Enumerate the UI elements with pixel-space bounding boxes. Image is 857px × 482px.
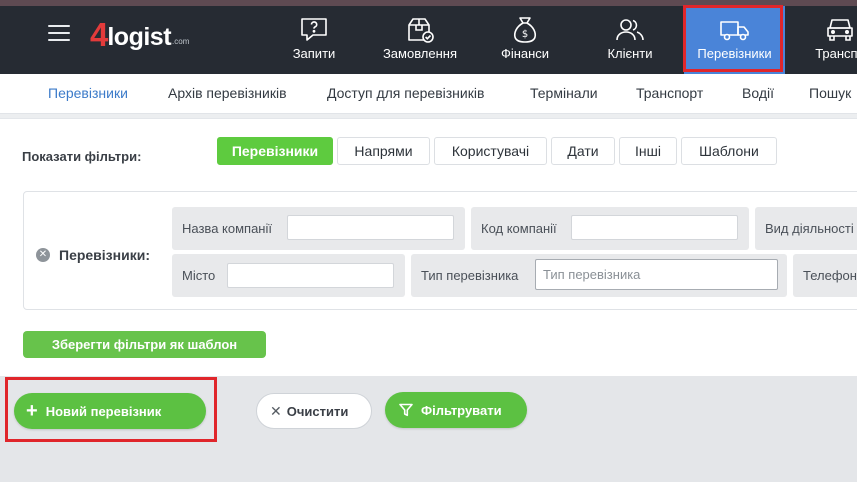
filter-tab-directions[interactable]: Напрями <box>337 137 430 165</box>
nav-item-finance[interactable]: $ Фінанси <box>495 6 555 74</box>
actions-bar: + Новий перевізник ✕ Очистити Фільтруват… <box>0 376 857 482</box>
subnav-item-transport[interactable]: Транспорт <box>636 85 703 101</box>
clear-button[interactable]: ✕ Очистити <box>256 393 372 429</box>
filters-label: Показати фільтри: <box>22 149 142 164</box>
nav-item-transport[interactable]: Транспо <box>805 6 857 74</box>
money-bag-icon: $ <box>508 14 542 46</box>
filter-phone: Телефон <box>793 254 857 297</box>
subnav-item-carriers[interactable]: Перевізники <box>48 85 128 101</box>
city-input[interactable] <box>227 263 394 288</box>
filter-tab-carriers[interactable]: Перевізники <box>217 137 333 165</box>
company-name-input[interactable] <box>287 215 454 240</box>
highlight-new-carrier <box>5 377 217 442</box>
filter-panel: Показати фільтри: Перевізники Напрями Ко… <box>0 118 857 376</box>
chat-question-icon <box>297 14 331 46</box>
close-icon: ✕ <box>270 402 282 419</box>
company-code-input[interactable] <box>571 215 738 240</box>
filter-button[interactable]: Фільтрувати <box>385 392 527 428</box>
app-logo[interactable]: 4 logist .com <box>90 16 189 51</box>
filter-tab-dates[interactable]: Дати <box>551 137 615 165</box>
filter-tab-templates[interactable]: Шаблони <box>681 137 777 165</box>
filter-company-code: Код компанії <box>471 207 749 250</box>
subnav-item-access[interactable]: Доступ для перевізників <box>327 85 484 101</box>
filter-group-title: Перевізники: <box>59 247 150 263</box>
filter-city: Місто <box>172 254 405 297</box>
users-icon <box>613 14 647 46</box>
filter-activity-type: Вид діяльності <box>755 207 857 250</box>
subnav-item-terminals[interactable]: Термінали <box>530 85 598 101</box>
subnav-item-drivers[interactable]: Водії <box>742 85 774 101</box>
filter-tab-users[interactable]: Користувачі <box>434 137 547 165</box>
package-check-icon <box>403 14 437 46</box>
svg-text:$: $ <box>522 29 528 40</box>
carrier-type-select[interactable]: Тип перевізника <box>535 259 778 290</box>
car-icon <box>823 14 857 46</box>
subnav-item-archive[interactable]: Архів перевізників <box>168 85 287 101</box>
nav-item-requests[interactable]: Запити <box>283 6 345 74</box>
carrier-filter-group: ✕ Перевізники: Назва компанії Код компан… <box>23 191 857 310</box>
menu-icon[interactable] <box>48 24 70 42</box>
sub-navigation: Перевізники Архів перевізників Доступ дл… <box>0 74 857 114</box>
filter-carrier-type: Тип перевізника Тип перевізника <box>411 254 787 297</box>
save-filters-template-button[interactable]: Зберегти фільтри як шаблон <box>23 331 266 358</box>
filter-tab-other[interactable]: Інші <box>619 137 677 165</box>
nav-item-clients[interactable]: Клієнти <box>598 6 662 74</box>
subnav-item-search[interactable]: Пошук <box>809 85 851 101</box>
funnel-icon <box>399 403 413 417</box>
filter-company-name: Назва компанії <box>172 207 465 250</box>
nav-item-orders[interactable]: Замовлення <box>379 6 461 74</box>
remove-filter-icon[interactable]: ✕ <box>36 248 50 262</box>
highlight-carriers <box>683 5 783 72</box>
